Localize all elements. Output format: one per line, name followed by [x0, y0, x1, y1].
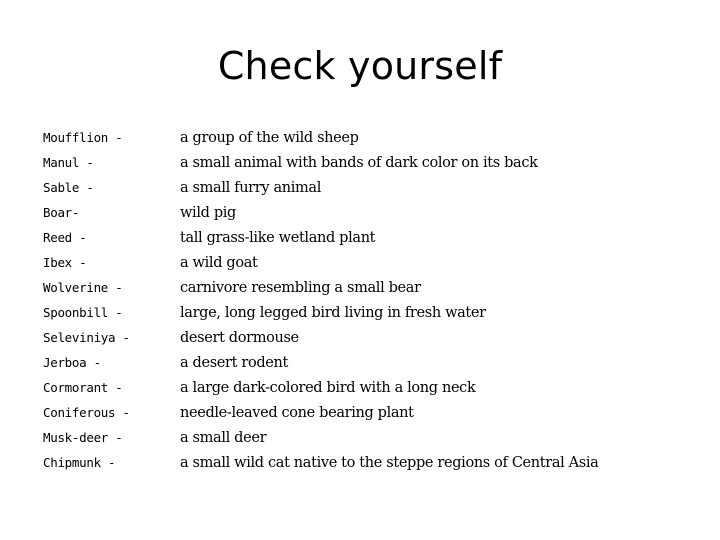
glossary-term: Cormorant - — [43, 380, 123, 395]
list-item: Moufflion - a group of the wild sheep — [43, 130, 683, 155]
glossary-definition: wild pig — [180, 205, 236, 221]
glossary-definition: large, long legged bird living in fresh … — [180, 305, 486, 321]
glossary-definition: a wild goat — [180, 255, 258, 271]
list-item: Spoonbill - large, long legged bird livi… — [43, 305, 683, 330]
list-item: Musk-deer - a small deer — [43, 430, 683, 455]
glossary-term: Manul - — [43, 155, 94, 170]
glossary-definition: carnivore resembling a small bear — [180, 280, 421, 296]
glossary-list: Moufflion - a group of the wild sheep Ma… — [43, 130, 683, 480]
glossary-definition: desert dormouse — [180, 330, 299, 346]
glossary-term: Wolverine - — [43, 280, 123, 295]
glossary-definition: a small furry animal — [180, 180, 321, 196]
glossary-definition: tall grass-like wetland plant — [180, 230, 376, 246]
glossary-term: Moufflion - — [43, 130, 123, 145]
glossary-definition: a small wild cat native to the steppe re… — [180, 455, 599, 471]
glossary-definition: a desert rodent — [180, 355, 288, 371]
slide-canvas: Check yourself Moufflion - a group of th… — [0, 0, 720, 540]
glossary-term: Boar- — [43, 205, 80, 220]
glossary-term: Jerboa - — [43, 355, 101, 370]
glossary-definition: a group of the wild sheep — [180, 130, 359, 146]
list-item: Ibex - a wild goat — [43, 255, 683, 280]
glossary-term: Reed - — [43, 230, 87, 245]
list-item: Reed - tall grass-like wetland plant — [43, 230, 683, 255]
glossary-definition: a large dark-colored bird with a long ne… — [180, 380, 476, 396]
list-item: Seleviniya - desert dormouse — [43, 330, 683, 355]
list-item: Chipmunk - a small wild cat native to th… — [43, 455, 683, 480]
list-item: Wolverine - carnivore resembling a small… — [43, 280, 683, 305]
glossary-term: Musk-deer - — [43, 430, 123, 445]
list-item: Cormorant - a large dark-colored bird wi… — [43, 380, 683, 405]
glossary-term: Spoonbill - — [43, 305, 123, 320]
glossary-term: Sable - — [43, 180, 94, 195]
list-item: Jerboa - a desert rodent — [43, 355, 683, 380]
glossary-term: Coniferous - — [43, 405, 130, 420]
glossary-term: Seleviniya - — [43, 330, 130, 345]
list-item: Boar- wild pig — [43, 205, 683, 230]
glossary-definition: a small deer — [180, 430, 267, 446]
list-item: Coniferous - needle-leaved cone bearing … — [43, 405, 683, 430]
glossary-definition: needle-leaved cone bearing plant — [180, 405, 414, 421]
page-title: Check yourself — [217, 44, 503, 88]
list-item: Manul - a small animal with bands of dar… — [43, 155, 683, 180]
list-item: Sable - a small furry animal — [43, 180, 683, 205]
glossary-definition: a small animal with bands of dark color … — [180, 155, 538, 171]
glossary-term: Chipmunk - — [43, 455, 116, 470]
glossary-term: Ibex - — [43, 255, 87, 270]
